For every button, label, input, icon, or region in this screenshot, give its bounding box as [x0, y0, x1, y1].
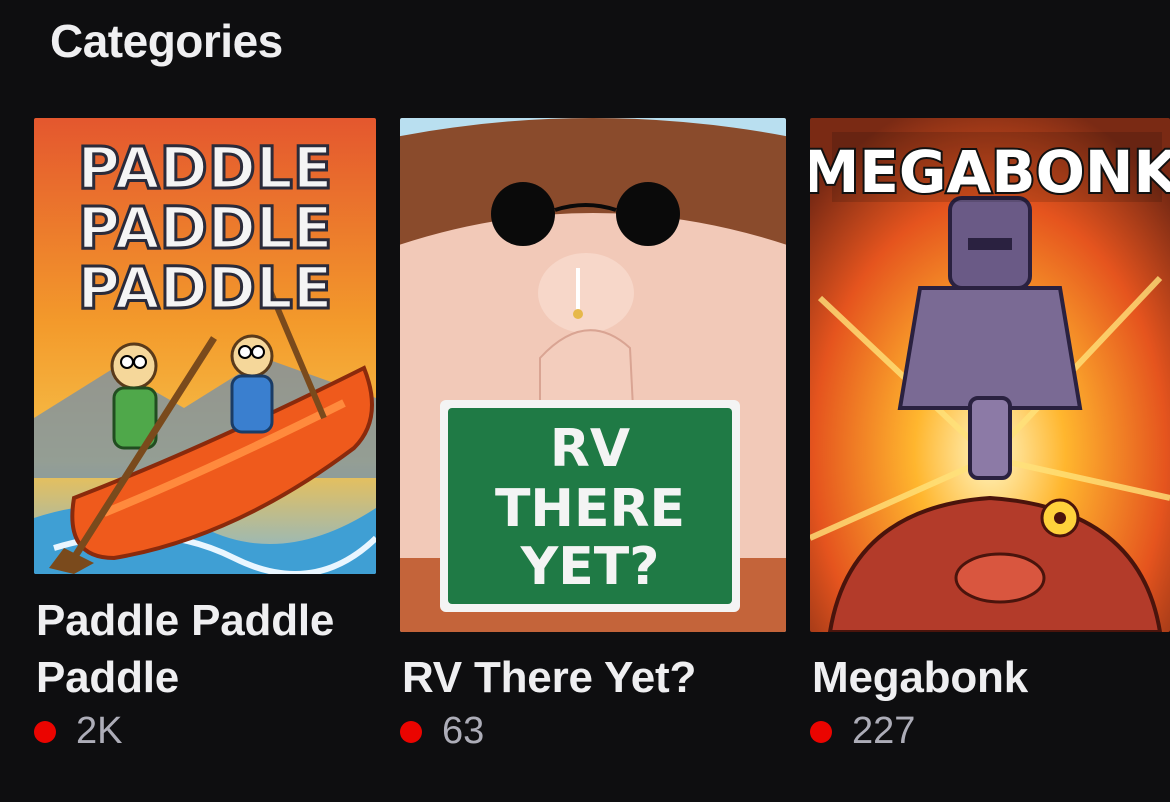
cover-title: MEGABONK	[810, 138, 1170, 206]
section-title: Categories	[50, 15, 283, 67]
viewer-count-value: 2K	[76, 710, 123, 752]
category-cover-art[interactable]: MEGABONK	[810, 118, 1170, 632]
sign-line-1: RV	[550, 419, 630, 479]
cover-title-line-3: PADDLE	[78, 254, 333, 322]
category-name[interactable]: RV There Yet?	[402, 649, 782, 706]
viewer-count-value: 63	[442, 710, 485, 752]
viewer-count: 63	[400, 710, 484, 753]
paddle-cover-illustration: PADDLE PADDLE PADDLE	[34, 118, 376, 574]
viewer-count: 2K	[34, 710, 122, 753]
category-name[interactable]: Paddle Paddle Paddle	[36, 592, 396, 706]
rv-cover-illustration: RV THERE YET?	[400, 118, 786, 632]
live-dot-icon	[810, 720, 832, 743]
live-dot-icon	[34, 720, 56, 743]
category-cover-art[interactable]: RV THERE YET?	[400, 118, 786, 632]
category-cover-art[interactable]: PADDLE PADDLE PADDLE	[34, 118, 376, 574]
live-dot-icon	[400, 720, 422, 743]
cover-title-line-1: PADDLE	[78, 134, 333, 202]
category-name[interactable]: Megabonk	[812, 649, 1170, 706]
viewer-count: 227	[810, 710, 915, 753]
megabonk-cover-illustration: MEGABONK	[810, 118, 1170, 632]
viewer-count-value: 227	[852, 710, 916, 752]
sign-line-3: YET?	[520, 537, 660, 597]
cover-title-line-2: PADDLE	[78, 194, 333, 262]
sign-line-2: THERE	[495, 479, 685, 539]
